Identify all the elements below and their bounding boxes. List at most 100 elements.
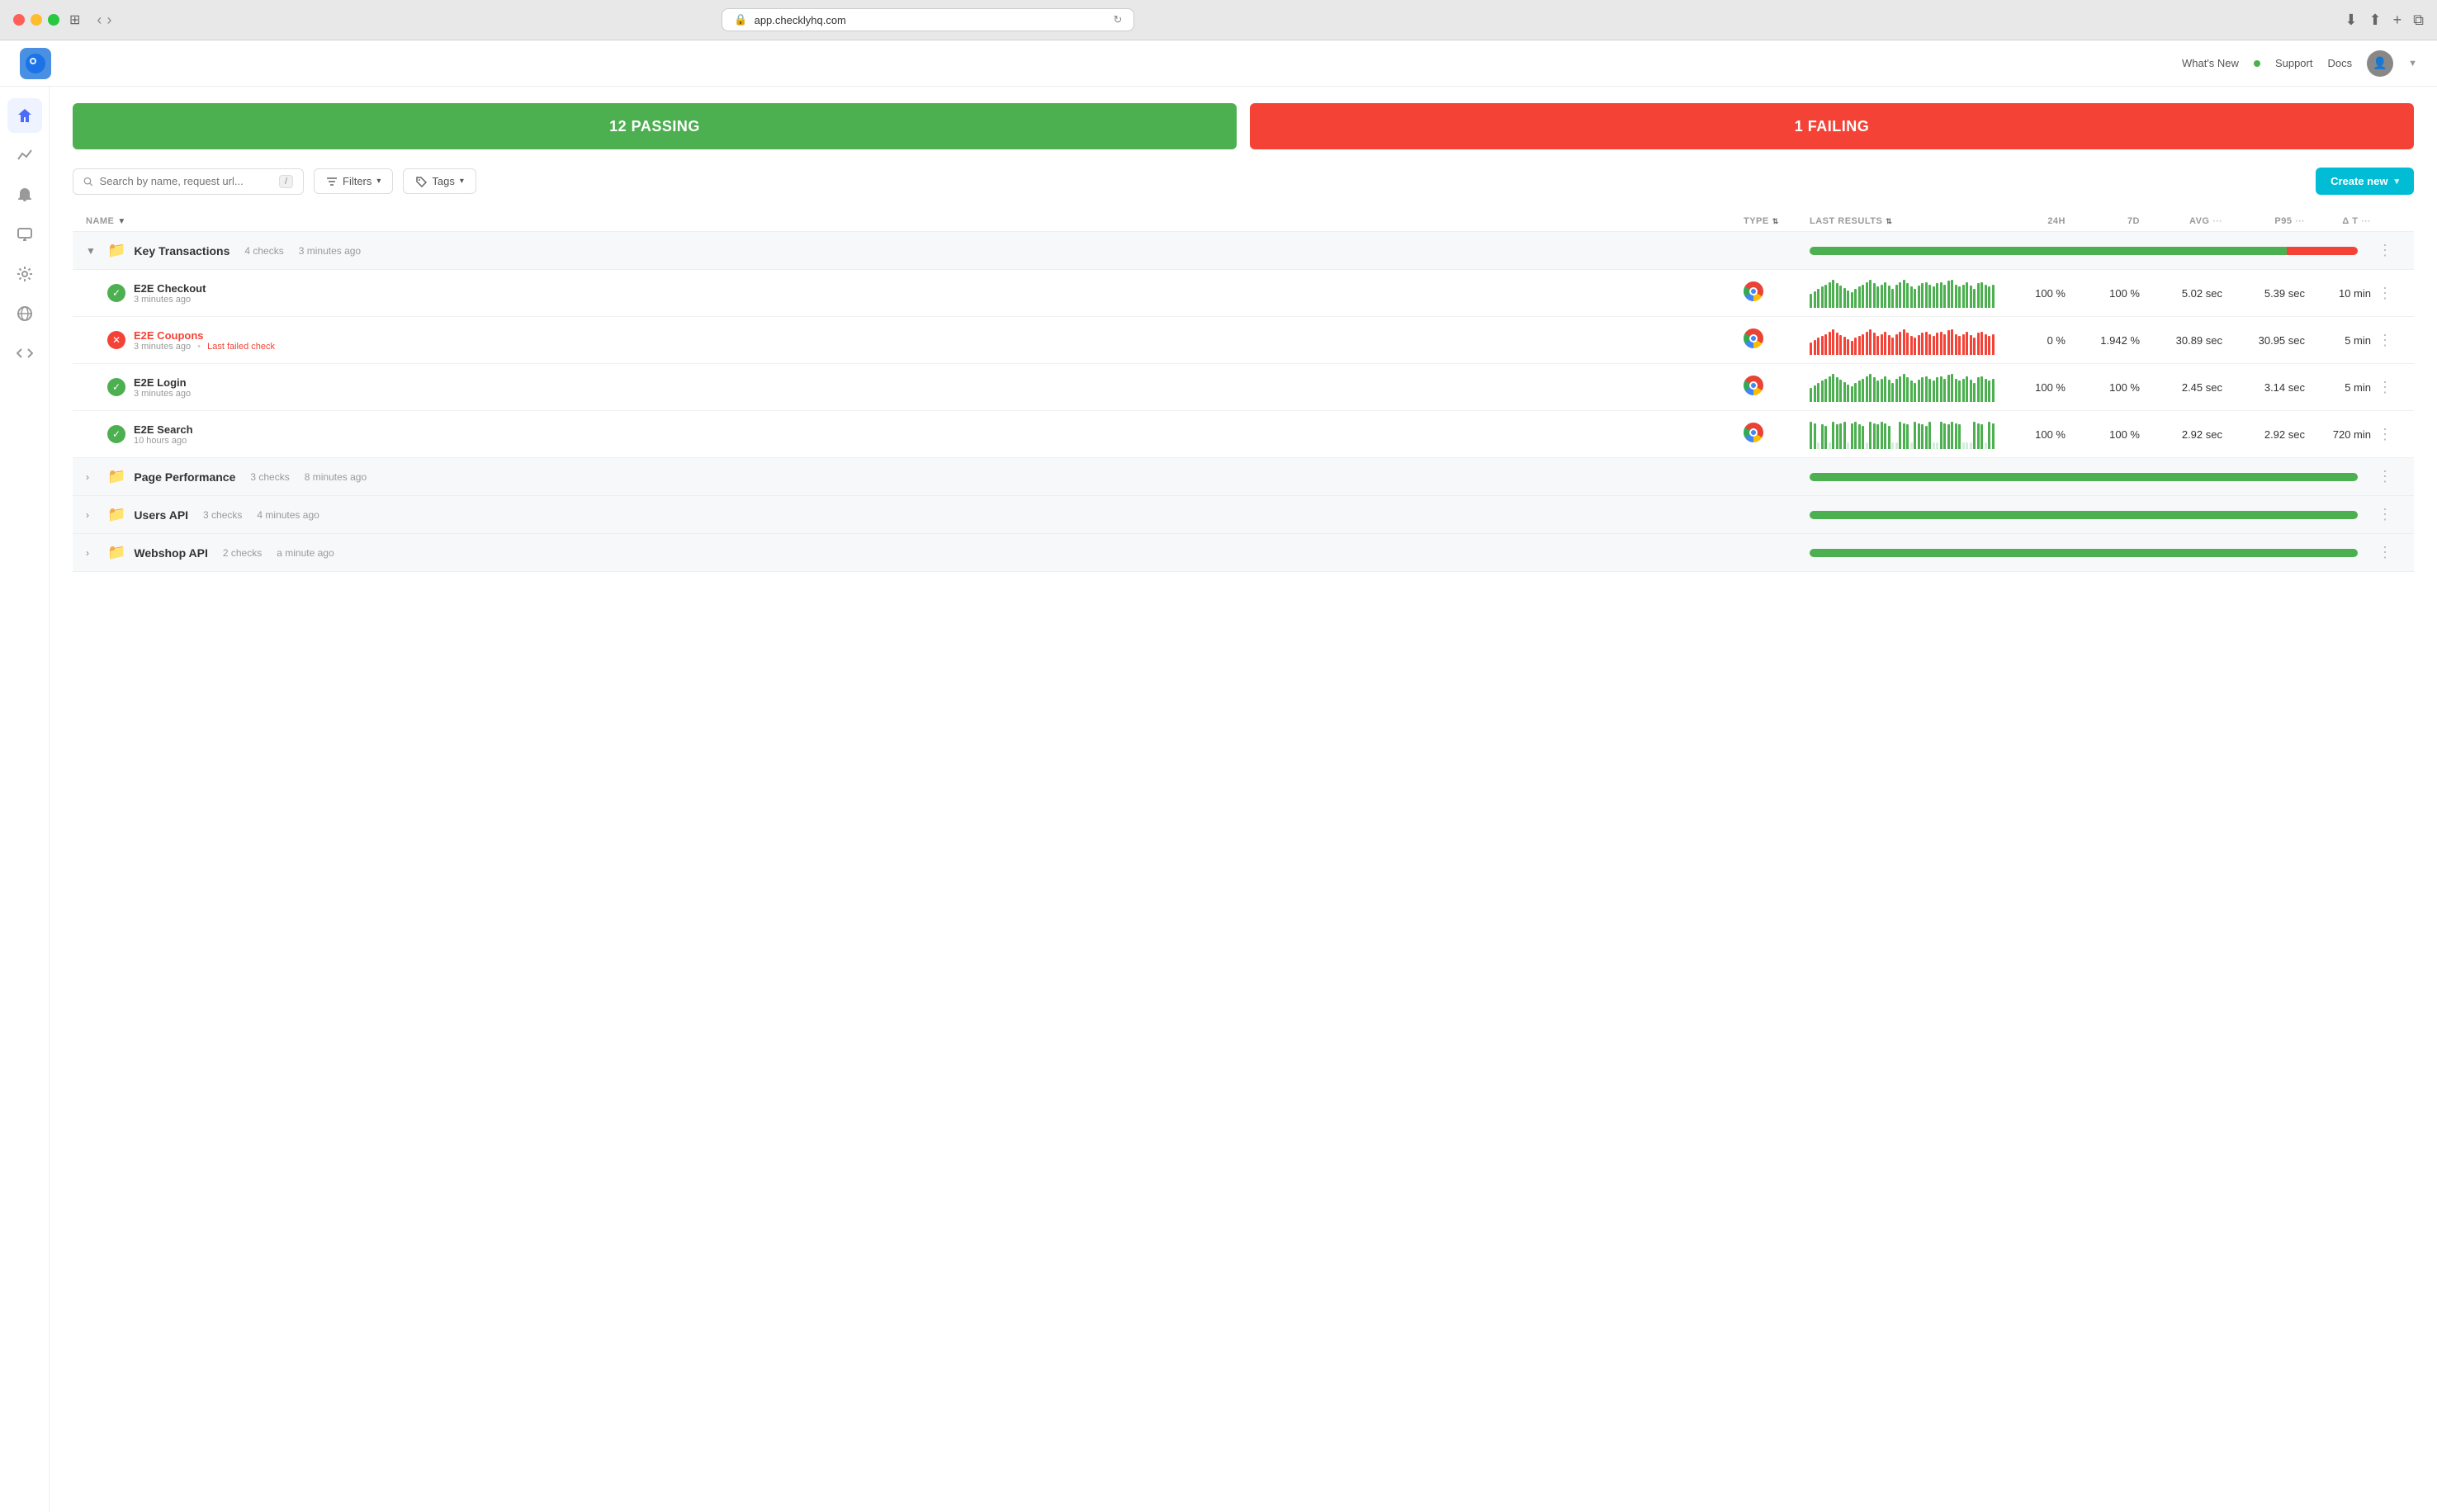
- top-nav: What's New Support Docs 👤 ▼: [0, 40, 2437, 87]
- progress-pass-segment: [1810, 473, 2358, 481]
- check-name-col: ✓ E2E Login 3 minutes ago: [107, 376, 1744, 399]
- check-name-col: ✓ E2E Search 10 hours ago: [107, 423, 1744, 446]
- sidebar-item-monitors[interactable]: [7, 217, 42, 252]
- metric-24h: 100 %: [1991, 428, 2066, 441]
- create-new-button[interactable]: Create new ▾: [2316, 168, 2414, 195]
- check-type-icon: [1744, 281, 1810, 305]
- expand-icon: ›: [86, 547, 99, 559]
- check-name[interactable]: E2E Coupons: [134, 329, 275, 342]
- check-more-menu[interactable]: ⋮: [2371, 426, 2401, 443]
- search-box[interactable]: /: [73, 168, 304, 195]
- tags-button[interactable]: Tags ▾: [403, 168, 476, 194]
- sidebar-item-alerts[interactable]: [7, 177, 42, 212]
- gear-icon: [17, 266, 33, 282]
- check-name[interactable]: E2E Search: [134, 423, 193, 436]
- sparkbar-search: [1810, 419, 1975, 449]
- support-link[interactable]: Support: [2275, 57, 2313, 69]
- check-row-e2e-checkout: ✓ E2E Checkout 3 minutes ago 100 %: [73, 270, 2414, 317]
- type-sort-icon: ⇅: [1772, 217, 1779, 226]
- group-more-menu[interactable]: ⋮: [2371, 242, 2401, 259]
- progress-fail-segment: [2287, 247, 2358, 255]
- group-time-ago: 8 minutes ago: [305, 471, 367, 483]
- check-type-icon: [1744, 423, 1810, 447]
- group-info-page-performance: › 📁 Page Performance 3 checks 8 minutes …: [86, 468, 1744, 485]
- folder-icon: 📁: [107, 242, 125, 259]
- col-header-actions: [2371, 216, 2401, 226]
- tabs-icon[interactable]: ⧉: [2413, 12, 2424, 29]
- group-info-users-api: › 📁 Users API 3 checks 4 minutes ago: [86, 506, 1744, 523]
- group-name: Webshop API: [134, 546, 207, 560]
- col-header-24h[interactable]: 24H: [1991, 216, 2066, 226]
- forward-button[interactable]: ›: [106, 12, 111, 29]
- check-row-e2e-search: ✓ E2E Search 10 hours ago 100 %: [73, 411, 2414, 458]
- group-more-menu[interactable]: ⋮: [2371, 544, 2401, 561]
- group-row-users-api[interactable]: › 📁 Users API 3 checks 4 minutes ago: [73, 496, 2414, 534]
- sidebar-item-globe[interactable]: [7, 296, 42, 331]
- col-header-type[interactable]: TYPE ⇅: [1744, 216, 1810, 226]
- group-more-menu[interactable]: ⋮: [2371, 468, 2401, 485]
- search-input[interactable]: [100, 175, 272, 187]
- status-icon-fail: ✕: [107, 331, 125, 349]
- analytics-icon: [17, 147, 33, 163]
- user-menu-arrow[interactable]: ▼: [2408, 59, 2417, 69]
- sidebar-toggle-icon[interactable]: ⊞: [69, 12, 80, 28]
- col-header-name[interactable]: NAME ▼: [86, 216, 1744, 226]
- sidebar-item-code[interactable]: [7, 336, 42, 371]
- col-header-last-results[interactable]: LAST RESULTS ⇅: [1810, 216, 1991, 226]
- group-more-menu[interactable]: ⋮: [2371, 506, 2401, 523]
- sparkbar-login: [1810, 372, 1975, 402]
- refresh-button[interactable]: ↻: [1114, 13, 1123, 26]
- whats-new-link[interactable]: What's New: [2182, 57, 2239, 69]
- bell-icon: [17, 187, 33, 203]
- back-button[interactable]: ‹: [97, 12, 102, 29]
- metric-avg: 5.02 sec: [2140, 287, 2222, 300]
- monitor-icon: [17, 226, 33, 243]
- address-bar[interactable]: 🔒 app.checklyhq.com ↻: [722, 8, 1134, 31]
- failing-bar[interactable]: 1 FAILING: [1250, 103, 2414, 149]
- passing-bar[interactable]: 12 PASSING: [73, 103, 1237, 149]
- col-header-avg[interactable]: AVG ···: [2140, 216, 2222, 226]
- check-name[interactable]: E2E Checkout: [134, 282, 206, 295]
- app-root: ⊞ ‹ › 🔒 app.checklyhq.com ↻ ⬇ ⬆ + ⧉ What…: [0, 0, 2437, 1512]
- filters-arrow: ▾: [376, 177, 381, 186]
- group-row-key-transactions[interactable]: ▼ 📁 Key Transactions 4 checks 3 minutes …: [73, 232, 2414, 270]
- col-header-7d[interactable]: 7D: [2066, 216, 2140, 226]
- check-more-menu[interactable]: ⋮: [2371, 379, 2401, 396]
- code-icon: [17, 345, 33, 361]
- metric-7d: 100 %: [2066, 428, 2140, 441]
- check-name[interactable]: E2E Login: [134, 376, 191, 389]
- t-info-icon: ···: [2362, 217, 2372, 226]
- chrome-icon: [1744, 328, 1763, 348]
- group-row-page-performance[interactable]: › 📁 Page Performance 3 checks 8 minutes …: [73, 458, 2414, 496]
- sparkbar-coupons: [1810, 325, 1975, 355]
- top-nav-right: What's New Support Docs 👤 ▼: [2182, 50, 2417, 77]
- check-more-menu[interactable]: ⋮: [2371, 285, 2401, 302]
- check-more-menu[interactable]: ⋮: [2371, 332, 2401, 349]
- group-row-webshop-api[interactable]: › 📁 Webshop API 2 checks a minute ago: [73, 534, 2414, 572]
- user-avatar[interactable]: 👤: [2367, 50, 2393, 77]
- group-progress-bar: [1810, 247, 2371, 255]
- sidebar-item-settings[interactable]: [7, 257, 42, 291]
- keyboard-shortcut: /: [279, 175, 293, 188]
- browser-actions: ⬇ ⬆ + ⧉: [2345, 12, 2424, 29]
- metric-delta-t: 5 min: [2305, 334, 2371, 347]
- close-button[interactable]: [13, 14, 25, 26]
- app-logo: [20, 48, 51, 79]
- metric-7d: 100 %: [2066, 287, 2140, 300]
- sidebar-item-analytics[interactable]: [7, 138, 42, 172]
- download-icon[interactable]: ⬇: [2345, 12, 2357, 29]
- share-icon[interactable]: ⬆: [2369, 12, 2382, 29]
- docs-link[interactable]: Docs: [2327, 57, 2352, 69]
- filters-button[interactable]: Filters ▾: [314, 168, 393, 194]
- metric-delta-t: 5 min: [2305, 381, 2371, 394]
- sparkbar-checkout: [1810, 278, 1975, 308]
- minimize-button[interactable]: [31, 14, 42, 26]
- col-header-p95[interactable]: P95 ···: [2222, 216, 2305, 226]
- new-tab-icon[interactable]: +: [2393, 12, 2402, 29]
- fullscreen-button[interactable]: [48, 14, 59, 26]
- group-checks-count: 2 checks: [223, 547, 262, 559]
- group-time-ago: 4 minutes ago: [257, 509, 319, 521]
- browser-chrome: ⊞ ‹ › 🔒 app.checklyhq.com ↻ ⬇ ⬆ + ⧉: [0, 0, 2437, 40]
- col-header-delta-t[interactable]: Δ T ···: [2305, 216, 2371, 226]
- sidebar-item-home[interactable]: [7, 98, 42, 133]
